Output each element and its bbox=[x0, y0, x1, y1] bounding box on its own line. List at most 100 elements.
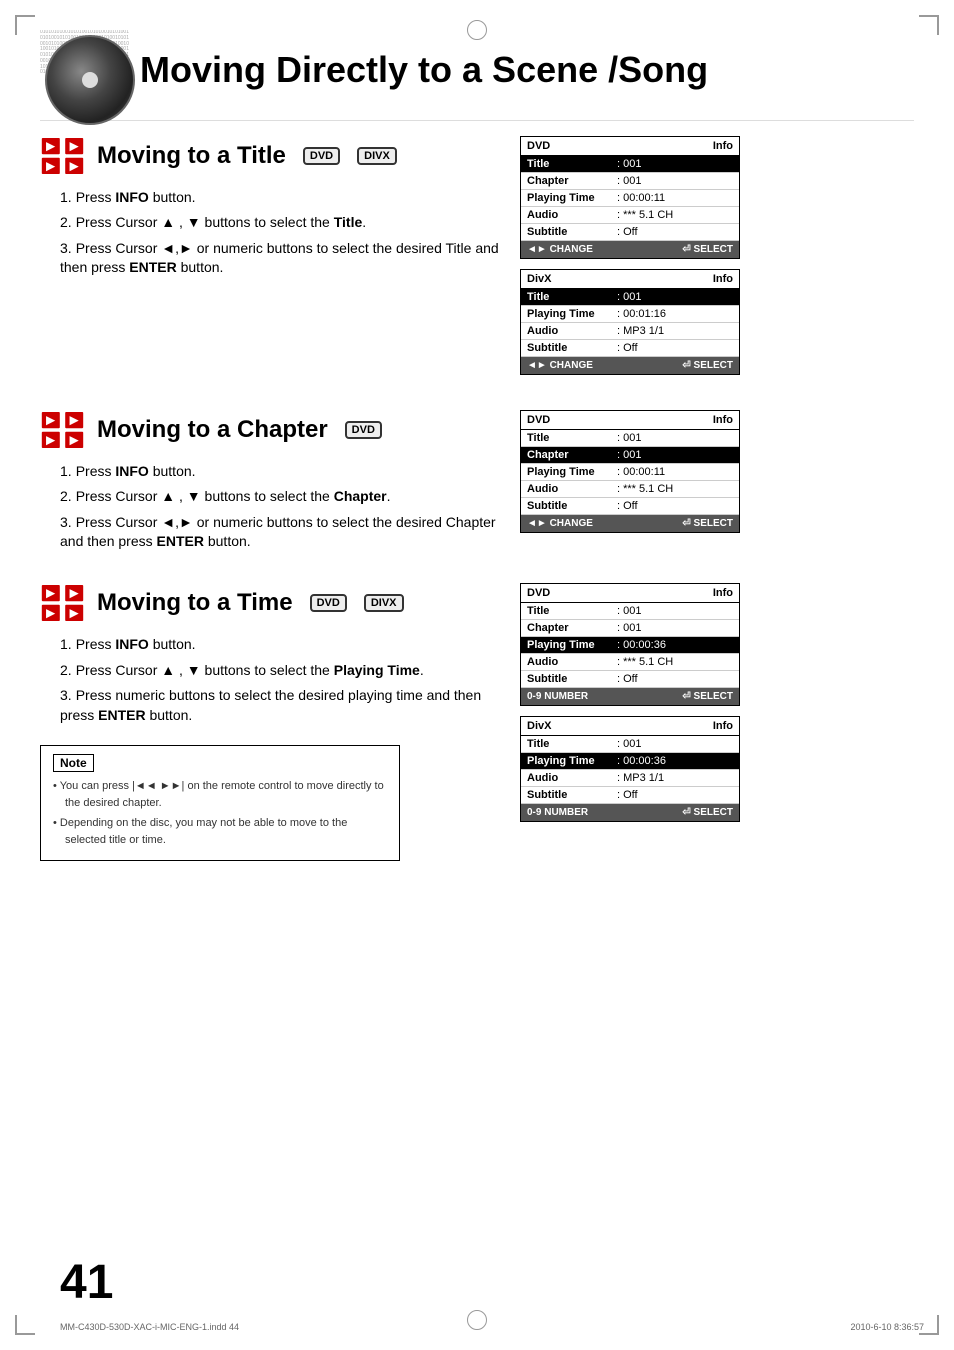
row-value: : 001 bbox=[617, 449, 733, 461]
info-panel-info-label: Info bbox=[713, 140, 733, 152]
step-chapter-3: Press Cursor ◄,► or numeric buttons to s… bbox=[60, 513, 500, 552]
section-time-header: ▶ ▶ ▶ ▶ Moving to a Time DVD DIVX bbox=[40, 583, 500, 623]
row-label: Title bbox=[527, 432, 617, 444]
info-panel-type-label: DivX bbox=[527, 720, 551, 732]
note-bullet-2: • Depending on the disc, you may not be … bbox=[53, 815, 387, 848]
row-label: Title bbox=[527, 738, 617, 750]
section-title-icon: ▶ ▶ ▶ ▶ bbox=[40, 136, 85, 176]
disc-circle bbox=[45, 35, 135, 125]
bottom-decorative-circle bbox=[467, 1310, 487, 1330]
row-value: : 001 bbox=[617, 158, 733, 170]
step-chapter-2: Press Cursor ▲ , ▼ buttons to select the… bbox=[60, 487, 500, 507]
row-label: Playing Time bbox=[527, 466, 617, 478]
svg-text:▶: ▶ bbox=[45, 414, 55, 426]
footer-change: ◄► CHANGE bbox=[527, 244, 593, 255]
step-time-3: Press numeric buttons to select the desi… bbox=[60, 686, 500, 725]
row-value: : MP3 1/1 bbox=[617, 772, 733, 784]
step-time-2: Press Cursor ▲ , ▼ buttons to select the… bbox=[60, 661, 500, 681]
svg-text:▶: ▶ bbox=[69, 160, 79, 172]
row-label: Playing Time bbox=[527, 192, 617, 204]
info-panel-dvd-time-footer: 0-9 NUMBER ⏎ SELECT bbox=[521, 688, 739, 705]
row-label: Audio bbox=[527, 325, 617, 337]
info-panel-type-label: DivX bbox=[527, 273, 551, 285]
info-panel-row-title: Title : 001 bbox=[521, 430, 739, 447]
step-title-2: Press Cursor ▲ , ▼ buttons to select the… bbox=[60, 213, 500, 233]
info-panel-row-playtime: Playing Time : 00:01:16 bbox=[521, 306, 739, 323]
row-value: : 00:00:11 bbox=[617, 466, 733, 478]
row-value: : 001 bbox=[617, 432, 733, 444]
info-panel-dvd-chapter-footer: ◄► CHANGE ⏎ SELECT bbox=[521, 515, 739, 532]
svg-text:▶: ▶ bbox=[69, 414, 79, 426]
info-panel-row-chapter: Chapter : 001 bbox=[521, 620, 739, 637]
info-panel-row-subtitle: Subtitle : Off bbox=[521, 498, 739, 515]
footer-number: 0-9 NUMBER bbox=[527, 691, 588, 702]
row-value: : 00:00:11 bbox=[617, 192, 733, 204]
section-time-heading: Moving to a Time bbox=[97, 589, 293, 617]
info-panel-divx-time-header: DivX Info bbox=[521, 717, 739, 736]
row-value: : *** 5.1 CH bbox=[617, 656, 733, 668]
row-label: Audio bbox=[527, 772, 617, 784]
svg-text:▶: ▶ bbox=[69, 434, 79, 446]
row-label: Subtitle bbox=[527, 342, 617, 354]
footer-select: ⏎ SELECT bbox=[682, 691, 733, 702]
info-panel-dvd-title-header: DVD Info bbox=[521, 137, 739, 156]
note-text: • You can press |◄◄ ►►| on the remote co… bbox=[53, 778, 387, 848]
section-time-steps: Press INFO button. Press Cursor ▲ , ▼ bu… bbox=[60, 635, 500, 725]
row-label: Subtitle bbox=[527, 789, 617, 801]
section-chapter-left: ▶ ▶ ▶ ▶ Moving to a Chapter DVD Press IN… bbox=[40, 410, 500, 558]
section-title-heading: Moving to a Title bbox=[97, 142, 286, 170]
row-label: Audio bbox=[527, 483, 617, 495]
footer-select: ⏎ SELECT bbox=[682, 244, 733, 255]
svg-text:▶: ▶ bbox=[69, 588, 79, 600]
row-label: Title bbox=[527, 158, 617, 170]
row-value: : 001 bbox=[617, 175, 733, 187]
info-panel-row-audio: Audio : *** 5.1 CH bbox=[521, 207, 739, 224]
step-chapter-1: Press INFO button. bbox=[60, 462, 500, 482]
info-panel-row-playtime: Playing Time : 00:00:11 bbox=[521, 464, 739, 481]
info-panel-row-audio: Audio : MP3 1/1 bbox=[521, 323, 739, 340]
row-label: Playing Time bbox=[527, 639, 617, 651]
badge-dvd-2: DVD bbox=[345, 421, 382, 439]
info-panel-dvd-time: DVD Info Title : 001 Chapter : 001 Playi… bbox=[520, 583, 740, 706]
section-chapter-header: ▶ ▶ ▶ ▶ Moving to a Chapter DVD bbox=[40, 410, 500, 450]
svg-text:▶: ▶ bbox=[69, 607, 79, 619]
page-number: 41 bbox=[60, 1255, 113, 1310]
section-time-left: ▶ ▶ ▶ ▶ Moving to a Time DVD DIVX Press … bbox=[40, 583, 500, 861]
row-label: Chapter bbox=[527, 175, 617, 187]
row-label: Subtitle bbox=[527, 673, 617, 685]
footer-right-text: 2010-6-10 8:36:57 bbox=[850, 1322, 924, 1332]
info-panel-row-audio: Audio : *** 5.1 CH bbox=[521, 654, 739, 671]
footer-select: ⏎ SELECT bbox=[682, 518, 733, 529]
info-panel-row-chapter: Chapter : 001 bbox=[521, 173, 739, 190]
footer-number: 0-9 NUMBER bbox=[527, 807, 588, 818]
row-value: : 001 bbox=[617, 738, 733, 750]
info-panel-row-subtitle: Subtitle : Off bbox=[521, 787, 739, 804]
row-label: Subtitle bbox=[527, 500, 617, 512]
title-divider bbox=[40, 120, 914, 121]
row-value: : 00:01:16 bbox=[617, 308, 733, 320]
row-label: Audio bbox=[527, 656, 617, 668]
info-panel-row-subtitle: Subtitle : Off bbox=[521, 340, 739, 357]
info-panel-row-title: Title : 001 bbox=[521, 603, 739, 620]
note-box: Note • You can press |◄◄ ►►| on the remo… bbox=[40, 745, 400, 861]
step-title-3: Press Cursor ◄,► or numeric buttons to s… bbox=[60, 239, 500, 278]
row-value: : 001 bbox=[617, 622, 733, 634]
info-panel-row-subtitle: Subtitle : Off bbox=[521, 671, 739, 688]
info-panel-dvd-chapter-header: DVD Info bbox=[521, 411, 739, 430]
row-value: : Off bbox=[617, 789, 733, 801]
section-time-icon: ▶ ▶ ▶ ▶ bbox=[40, 583, 85, 623]
row-label: Audio bbox=[527, 209, 617, 221]
row-label: Chapter bbox=[527, 449, 617, 461]
row-value: : 00:00:36 bbox=[617, 639, 733, 651]
section-title-steps: Press INFO button. Press Cursor ▲ , ▼ bu… bbox=[60, 188, 500, 278]
row-value: : 001 bbox=[617, 605, 733, 617]
section-title-header: ▶ ▶ ▶ ▶ Moving to a Title DVD DIVX bbox=[40, 136, 500, 176]
info-panel-divx-time: DivX Info Title : 001 Playing Time : 00:… bbox=[520, 716, 740, 822]
svg-text:▶: ▶ bbox=[45, 588, 55, 600]
info-panel-info-label: Info bbox=[713, 720, 733, 732]
footer-select: ⏎ SELECT bbox=[682, 360, 733, 371]
row-label: Title bbox=[527, 291, 617, 303]
info-panel-dvd-title: DVD Info Title : 001 Chapter : 001 Playi… bbox=[520, 136, 740, 259]
footer-change: ◄► CHANGE bbox=[527, 360, 593, 371]
section-chapter-right: DVD Info Title : 001 Chapter : 001 Playi… bbox=[520, 410, 914, 558]
